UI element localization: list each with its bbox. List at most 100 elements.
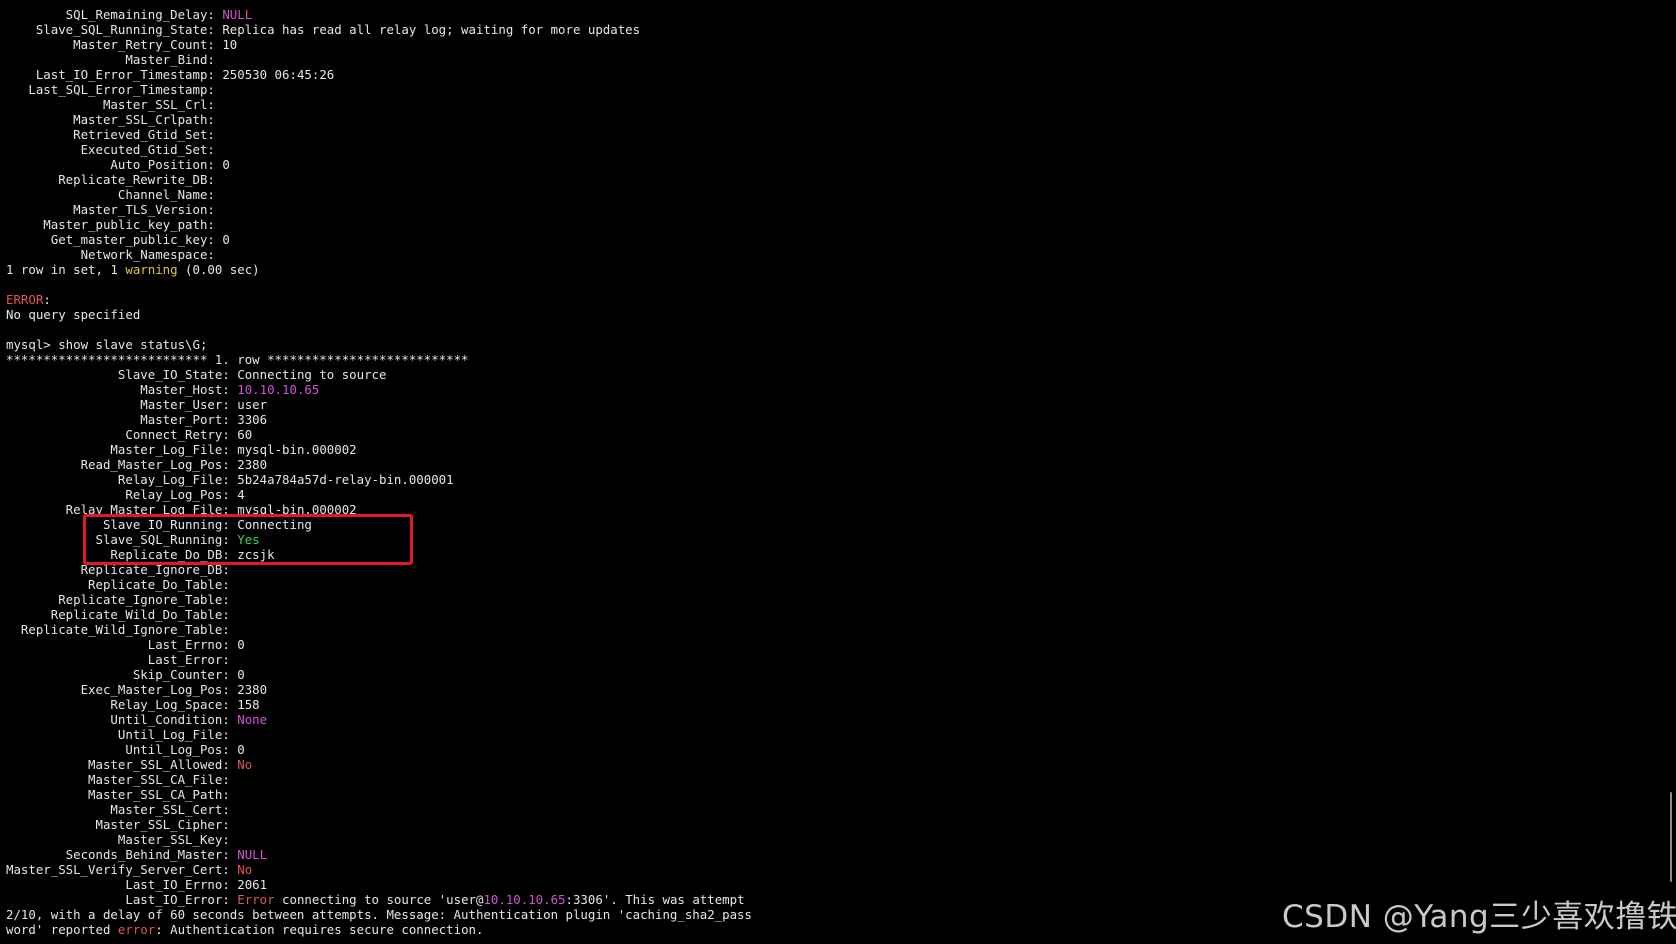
line-value: user: [237, 397, 268, 412]
line-value: Replica has read all relay log; waiting …: [222, 22, 641, 37]
terminal-line: Master_Bind:: [6, 52, 752, 67]
terminal-line: Last_SQL_Error_Timestamp:: [6, 82, 752, 97]
terminal-line: word' reported error: Authentication req…: [6, 922, 752, 937]
line-label: Replicate_Wild_Do_Table:: [6, 607, 238, 622]
line-label: Seconds_Behind_Master:: [6, 847, 238, 862]
line-value: NULL: [237, 847, 268, 862]
line-label: Last_Errno:: [6, 637, 238, 652]
line-label: Executed_Gtid_Set:: [6, 142, 223, 157]
terminal-line: Skip_Counter: 0: [6, 667, 752, 682]
line-suffix: :: [43, 292, 51, 307]
line-value: 0: [237, 667, 245, 682]
line-label: Until_Log_Pos:: [6, 742, 238, 757]
terminal-line: Slave_IO_State: Connecting to source: [6, 367, 752, 382]
line-label: Master_Host:: [6, 382, 238, 397]
terminal-line: Until_Log_File:: [6, 727, 752, 742]
line-label: Until_Log_File:: [6, 727, 238, 742]
line-label: Exec_Master_Log_Pos:: [6, 682, 238, 697]
line-suffix: (0.00 sec): [177, 262, 260, 277]
line-value: No: [237, 862, 253, 877]
terminal-line: Master_SSL_Cipher:: [6, 817, 752, 832]
terminal-line: Master_Port: 3306: [6, 412, 752, 427]
line-value: 0: [237, 637, 245, 652]
terminal-line: Until_Log_Pos: 0: [6, 742, 752, 757]
line-value: No: [237, 757, 253, 772]
terminal-line: SQL_Remaining_Delay: NULL: [6, 7, 752, 22]
line-label: Master_SSL_Verify_Server_Cert:: [6, 862, 238, 877]
terminal-line: Read_Master_Log_Pos: 2380: [6, 457, 752, 472]
terminal-line: Slave_SQL_Running_State: Replica has rea…: [6, 22, 752, 37]
terminal-line: mysql> show slave status\G;: [6, 337, 752, 352]
line-label: Master_SSL_Allowed:: [6, 757, 238, 772]
line-label: Master_Log_File:: [6, 442, 238, 457]
terminal-line: Exec_Master_Log_Pos: 2380: [6, 682, 752, 697]
terminal-line: Master_SSL_Crl:: [6, 97, 752, 112]
terminal-scrollbar[interactable]: [1666, 0, 1676, 944]
line-value: 4: [237, 487, 245, 502]
line-label: Master_SSL_Crl:: [6, 97, 223, 112]
line-label: Get_master_public_key:: [6, 232, 223, 247]
line-value: 0: [222, 157, 230, 172]
line-label: mysql> show slave status\G;: [6, 337, 208, 352]
line-label: Read_Master_Log_Pos:: [6, 457, 238, 472]
terminal-line: No query specified: [6, 307, 752, 322]
terminal-line: Last_IO_Error_Timestamp: 250530 06:45:26: [6, 67, 752, 82]
line-value: Error: [237, 892, 275, 907]
line-value: error: [117, 922, 156, 937]
line-label: Relay_Log_Space:: [6, 697, 238, 712]
terminal-line: ERROR:: [6, 292, 752, 307]
line-label: Master_SSL_CA_File:: [6, 772, 238, 787]
terminal-line: Master_SSL_Key:: [6, 832, 752, 847]
line-label: Network_Namespace:: [6, 247, 223, 262]
terminal-line: Last_IO_Error: Error connecting to sourc…: [6, 892, 752, 907]
terminal-line: Relay_Log_Pos: 4: [6, 487, 752, 502]
line-value: warning: [125, 262, 178, 277]
line-label: Replicate_Do_Table:: [6, 577, 238, 592]
line-value: 2380: [237, 682, 268, 697]
line-label: SQL_Remaining_Delay:: [6, 7, 223, 22]
terminal-line: *************************** 1. row *****…: [6, 352, 752, 367]
line-value: 10: [222, 37, 238, 52]
terminal-line: Last_Error:: [6, 652, 752, 667]
line-label: Relay_Log_File:: [6, 472, 238, 487]
line-value-secondary: 10.10.10.65: [483, 892, 566, 907]
terminal-output: SQL_Remaining_Delay: NULL Slave_SQL_Runn…: [6, 7, 752, 937]
line-label: Master_User:: [6, 397, 238, 412]
terminal-line: 2/10, with a delay of 60 seconds between…: [6, 907, 752, 922]
line-label: Master_SSL_Crlpath:: [6, 112, 223, 127]
line-label: Master_SSL_CA_Path:: [6, 787, 238, 802]
line-suffix: connecting to source 'user@: [274, 892, 484, 907]
line-label: Master_public_key_path:: [6, 217, 223, 232]
terminal-line: Master_SSL_CA_File:: [6, 772, 752, 787]
scrollbar-thumb[interactable]: [1670, 792, 1672, 882]
line-label: 2/10, with a delay of 60 seconds between…: [6, 907, 752, 922]
line-label: Replicate_Wild_Ignore_Table:: [6, 622, 238, 637]
line-value: 2061: [237, 877, 268, 892]
line-label: Slave_IO_State:: [6, 367, 238, 382]
terminal-line: Master_SSL_Allowed: No: [6, 757, 752, 772]
line-value: NULL: [222, 7, 253, 22]
line-value: 250530 06:45:26: [222, 67, 335, 82]
line-label: No query specified: [6, 307, 141, 322]
line-label: Connect_Retry:: [6, 427, 238, 442]
line-label: Replicate_Rewrite_DB:: [6, 172, 223, 187]
terminal-line: Master_Log_File: mysql-bin.000002: [6, 442, 752, 457]
line-label: Until_Condition:: [6, 712, 238, 727]
terminal-line: Master_SSL_CA_Path:: [6, 787, 752, 802]
line-label: Master_TLS_Version:: [6, 202, 223, 217]
watermark-text: CSDN @Yang三少喜欢撸铁: [1282, 899, 1676, 935]
terminal-line: Replicate_Wild_Do_Table:: [6, 607, 752, 622]
terminal-line: Auto_Position: 0: [6, 157, 752, 172]
line-label: Master_Bind:: [6, 52, 223, 67]
line-label: Master_Retry_Count:: [6, 37, 223, 52]
line-label: Master_SSL_Cert:: [6, 802, 238, 817]
terminal-window[interactable]: SQL_Remaining_Delay: NULL Slave_SQL_Runn…: [0, 0, 1676, 944]
terminal-line: Replicate_Rewrite_DB:: [6, 172, 752, 187]
line-label: Auto_Position:: [6, 157, 223, 172]
terminal-line: Until_Condition: None: [6, 712, 752, 727]
terminal-line: Network_Namespace:: [6, 247, 752, 262]
line-value: 5b24a784a57d-relay-bin.000001: [237, 472, 454, 487]
terminal-line: Master_SSL_Verify_Server_Cert: No: [6, 862, 752, 877]
